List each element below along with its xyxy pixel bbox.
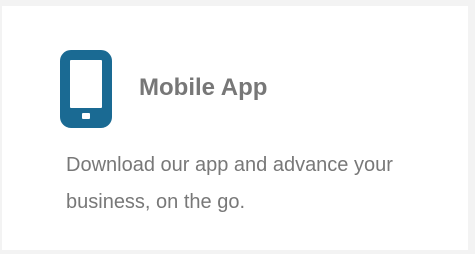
card-description: Download our app and advance your busine… bbox=[66, 154, 393, 213]
mobile-phone-icon bbox=[60, 50, 112, 128]
card-title: Mobile App bbox=[139, 74, 268, 101]
mobile-app-card[interactable]: Mobile App Download our app and advance … bbox=[2, 6, 468, 250]
